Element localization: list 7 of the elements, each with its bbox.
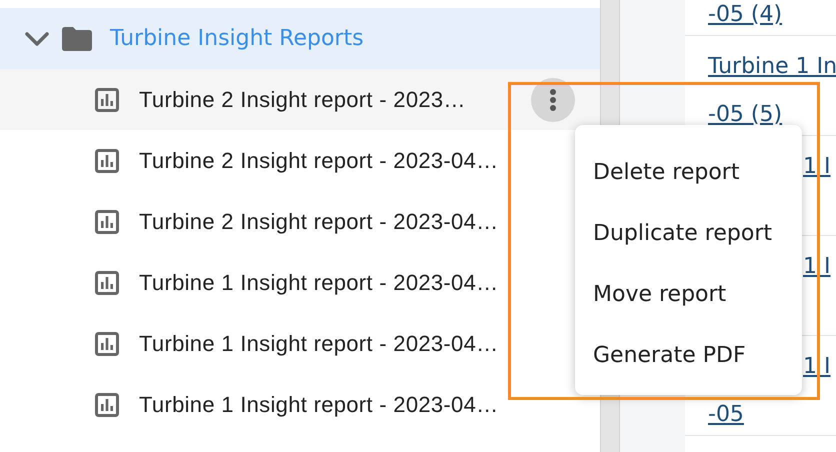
report-name: Turbine 1 Insight report - 2023-04… [139,270,498,296]
folder-label: Turbine Insight Reports [110,26,364,51]
report-name: Turbine 2 Insight report - 2023… [139,86,466,112]
report-name: Turbine 2 Insight report - 2023-04… [139,148,498,174]
report-name: Turbine 1 Insight report - 2023-04… [139,392,498,418]
report-name: Turbine 2 Insight report - 2023-04… [139,208,498,234]
report-name: Turbine 1 Insight report - 2023-04… [139,330,498,356]
